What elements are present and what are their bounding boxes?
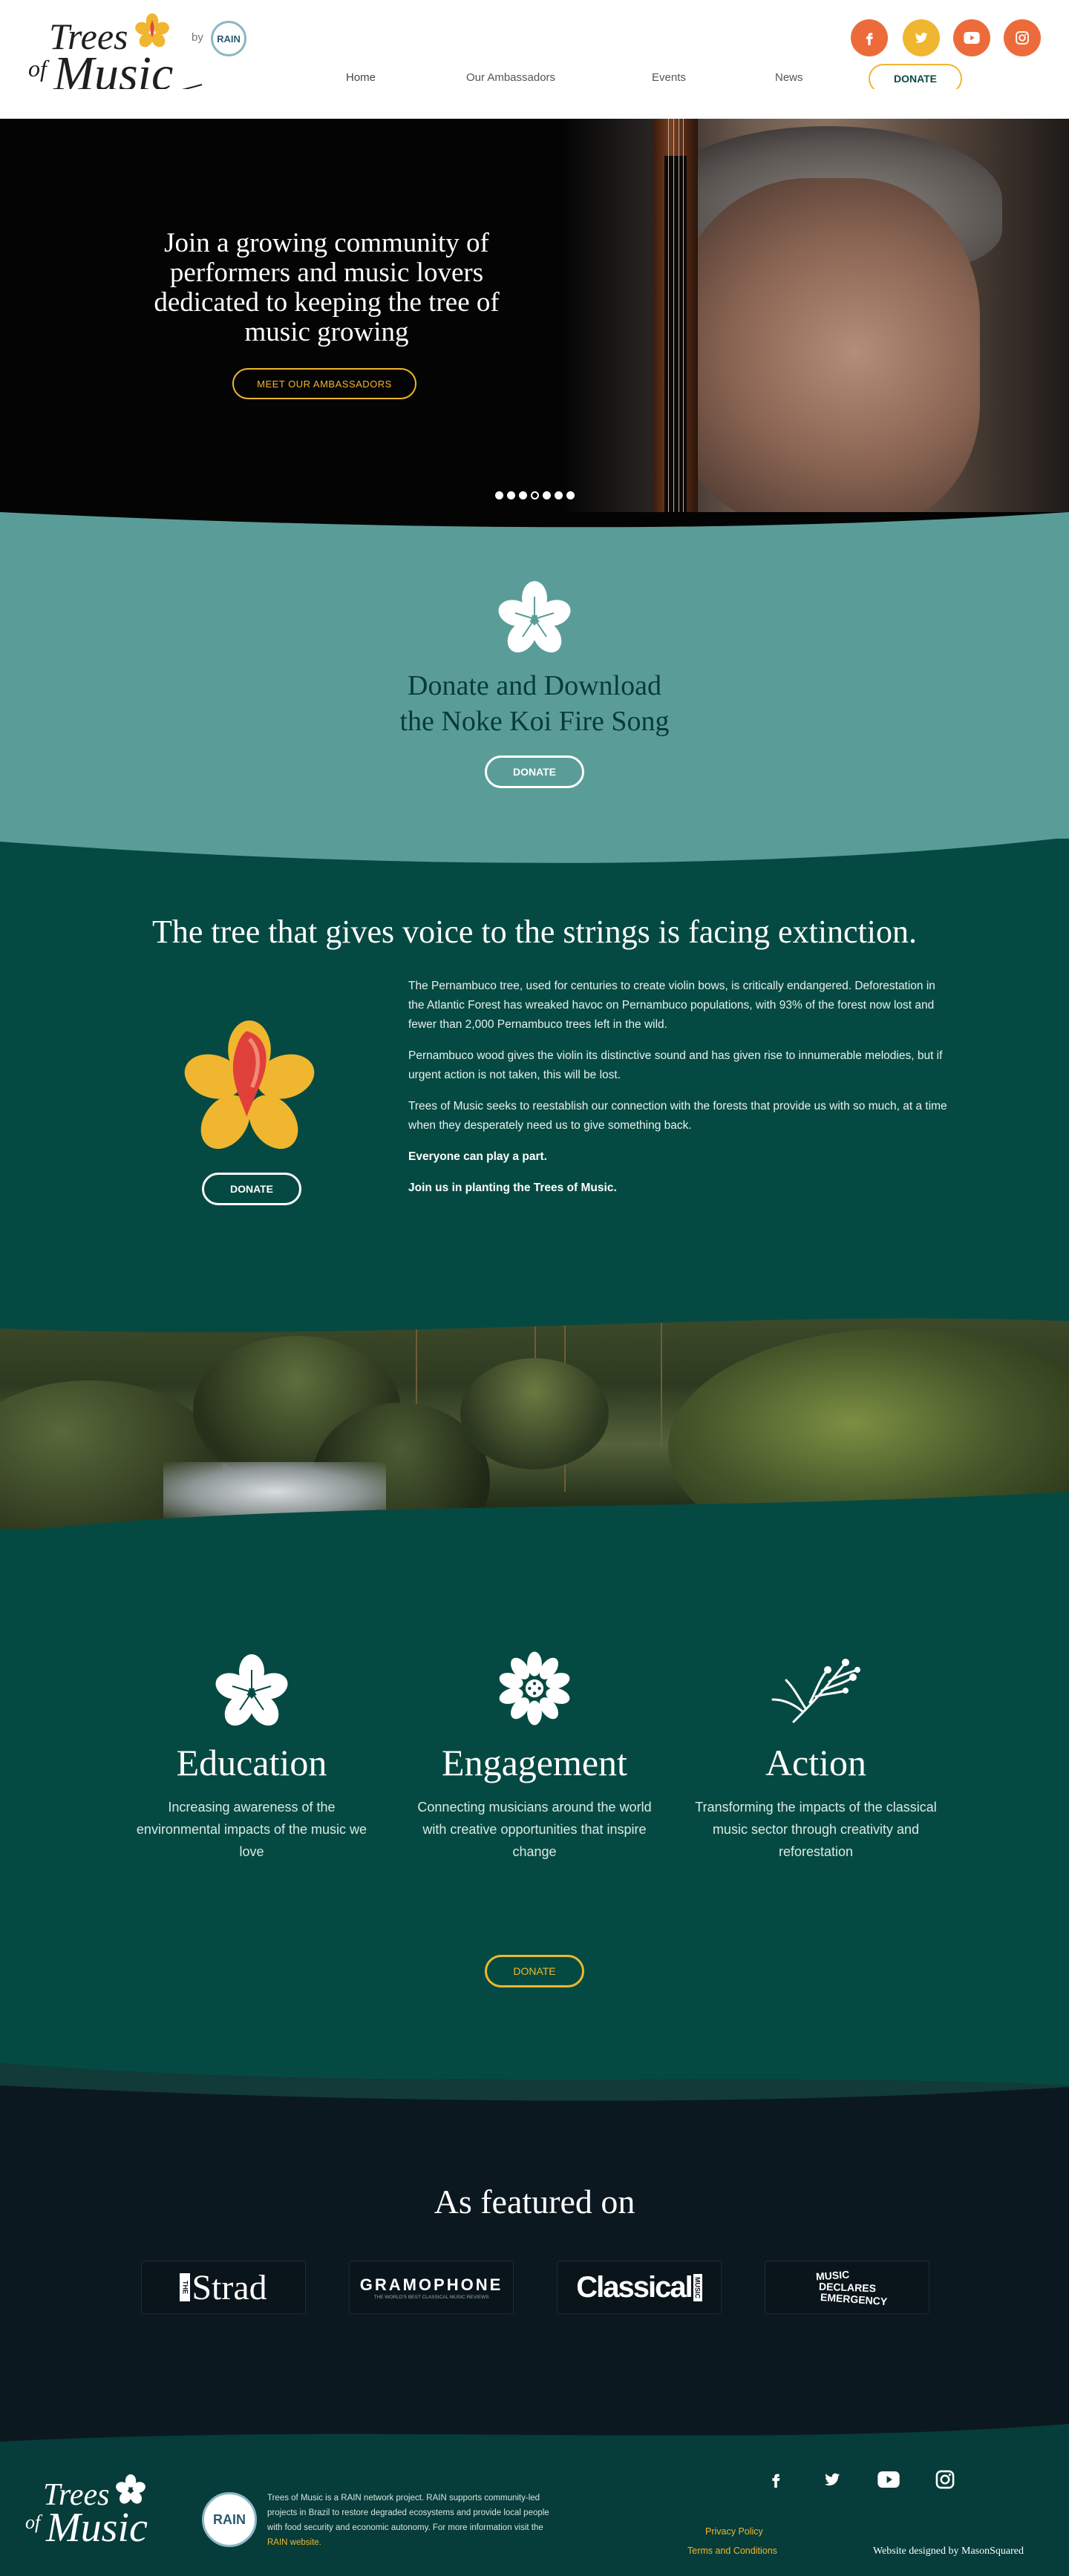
rain-label: RAIN [217, 33, 241, 45]
footer-logo-word-of: of [25, 2511, 41, 2533]
slider-dot[interactable] [555, 491, 563, 499]
pillar-text: Connecting musicians around the world wi… [417, 1800, 652, 1859]
nav-home[interactable]: Home [346, 71, 376, 84]
flower-icon [215, 1654, 288, 1726]
nav-news[interactable]: News [775, 71, 803, 84]
footer-logo-word-music: Music [46, 2505, 148, 2551]
forest-stream-photo [0, 1314, 1069, 1551]
pillar-text: Transforming the impacts of the classica… [695, 1800, 937, 1859]
extinction-callout: Join us in planting the Trees of Music. [408, 1182, 617, 1194]
extinction-text: The Pernambuco tree, used for centuries … [408, 977, 950, 1210]
slider-dot[interactable] [519, 491, 527, 499]
rain-website-link[interactable]: RAIN website. [267, 2538, 321, 2547]
gramophone-label: GRAMOPHONE [359, 2275, 503, 2294]
hero-title: Join a growing community of performers a… [154, 228, 500, 347]
slider-dots [495, 491, 575, 499]
featured-top-wave [0, 2056, 1069, 2101]
designer-credit[interactable]: Website designed by MasonSquared [873, 2546, 1024, 2557]
hero-face-shape [668, 178, 980, 527]
slider-dot[interactable] [566, 491, 575, 499]
extinction-paragraph: Pernambuco wood gives the violin its dis… [408, 1049, 943, 1081]
site-footer: Trees of Music RAIN Trees of Music is a … [0, 2419, 1069, 2576]
pillars-section: Education Increasing awareness of the en… [0, 1529, 1069, 2093]
strad-label: Strad [192, 2267, 267, 2307]
slider-dot[interactable] [531, 491, 539, 499]
footer-youtube-icon[interactable] [876, 2467, 901, 2492]
pillar-title: Education [176, 1742, 327, 1783]
pernambuco-flower-icon [184, 1020, 315, 1150]
classical-label: Classical [576, 2270, 693, 2304]
donate-song-section: Donate and Download the Noke Koi Fire So… [0, 512, 1069, 883]
seedling-branch-icon [771, 1659, 860, 1723]
header-wave [0, 89, 1069, 111]
strad-the-label: THE [180, 2273, 191, 2301]
classical-side-label: MUSIC [693, 2273, 702, 2301]
cello-string [683, 104, 684, 527]
instagram-icon[interactable] [1004, 19, 1041, 56]
rain-logo[interactable]: RAIN [211, 21, 246, 56]
twitter-icon[interactable] [903, 19, 940, 56]
site-header: Trees of Music by RAIN Home Our Ambassad… [0, 0, 1069, 119]
cello-string [668, 104, 669, 527]
pillar-action: Action Transforming the impacts of the c… [693, 1633, 938, 1863]
info-top-wave [0, 837, 1069, 863]
gramophone-logo[interactable]: GRAMOPHONE THE WORLD'S BEST CLASSICAL MU… [349, 2261, 514, 2314]
slider-dot[interactable] [543, 491, 551, 499]
by-label: by [192, 31, 203, 44]
gramophone-tagline: THE WORLD'S BEST CLASSICAL MUSIC REVIEWS [373, 2294, 489, 2300]
footer-rain-label: RAIN [213, 2511, 246, 2527]
donate-song-button[interactable]: DONATE [485, 756, 584, 788]
donate-song-title-line1: Donate and Download [408, 670, 661, 701]
music-declares-emergency-logo[interactable]: MUSIC DECLARES EMERGENCY [765, 2261, 929, 2314]
donate-song-title: Donate and Download the Noke Koi Fire So… [312, 668, 757, 739]
donate-song-title-line2: the Noke Koi Fire Song [399, 706, 670, 737]
footer-instagram-icon[interactable] [932, 2467, 958, 2492]
privacy-policy-link[interactable]: Privacy Policy [705, 2526, 763, 2537]
nav-our-ambassadors[interactable]: Our Ambassadors [466, 71, 555, 84]
teal-top-wave [0, 512, 1069, 528]
flower-icon [498, 581, 571, 653]
footer-rain-logo[interactable]: RAIN [202, 2492, 257, 2547]
meet-ambassadors-button[interactable]: MEET OUR AMBASSADORS [232, 368, 416, 399]
pillar-education: Education Increasing awareness of the en… [129, 1633, 374, 1863]
youtube-icon[interactable] [953, 19, 990, 56]
terms-link[interactable]: Terms and Conditions [687, 2546, 777, 2556]
extinction-title: The tree that gives voice to the strings… [151, 914, 918, 950]
pillar-engagement: Engagement Connecting musicians around t… [412, 1633, 657, 1863]
footer-facebook-icon[interactable] [763, 2467, 788, 2492]
mde-line3: EMERGENCY [820, 2290, 888, 2308]
slider-dot[interactable] [495, 491, 503, 499]
hero-slider: Join a growing community of performers a… [0, 104, 1069, 527]
slider-dot[interactable] [507, 491, 515, 499]
footer-top-wave [0, 2419, 1069, 2442]
nav-events[interactable]: Events [652, 71, 686, 84]
pillars-donate-button[interactable]: DONATE [485, 1955, 584, 1987]
footer-trees-of-music-logo[interactable]: Trees of Music [22, 2474, 200, 2556]
footer-logo-flower-icon [116, 2474, 146, 2504]
pillar-title: Engagement [442, 1742, 627, 1783]
pillar-title: Action [765, 1742, 867, 1783]
forest-wave-mask [0, 1314, 1069, 1551]
pillar-text: Increasing awareness of the environmenta… [136, 1800, 367, 1859]
featured-title: As featured on [434, 2183, 635, 2221]
extinction-paragraph: The Pernambuco tree, used for centuries … [408, 980, 935, 1031]
footer-about-text: Trees of Music is a RAIN network project… [267, 2491, 564, 2550]
extinction-callout: Everyone can play a part. [408, 1150, 547, 1163]
logo-flower-icon [135, 13, 169, 47]
footer-twitter-icon[interactable] [820, 2467, 845, 2492]
sunflower-icon [499, 1651, 570, 1725]
the-strad-logo[interactable]: THE Strad [141, 2261, 306, 2314]
info-donate-button[interactable]: DONATE [202, 1173, 301, 1205]
classical-music-logo[interactable]: Classical MUSIC [557, 2261, 722, 2314]
cello-string [673, 104, 674, 527]
extinction-paragraph: Trees of Music seeks to reestablish our … [408, 1100, 947, 1132]
facebook-icon[interactable] [851, 19, 888, 56]
featured-on-section: As featured on THE Strad GRAMOPHONE THE … [0, 2056, 1069, 2442]
footer-about-body: Trees of Music is a RAIN network project… [267, 2494, 549, 2532]
extinction-info-section: The tree that gives voice to the strings… [0, 837, 1069, 1358]
